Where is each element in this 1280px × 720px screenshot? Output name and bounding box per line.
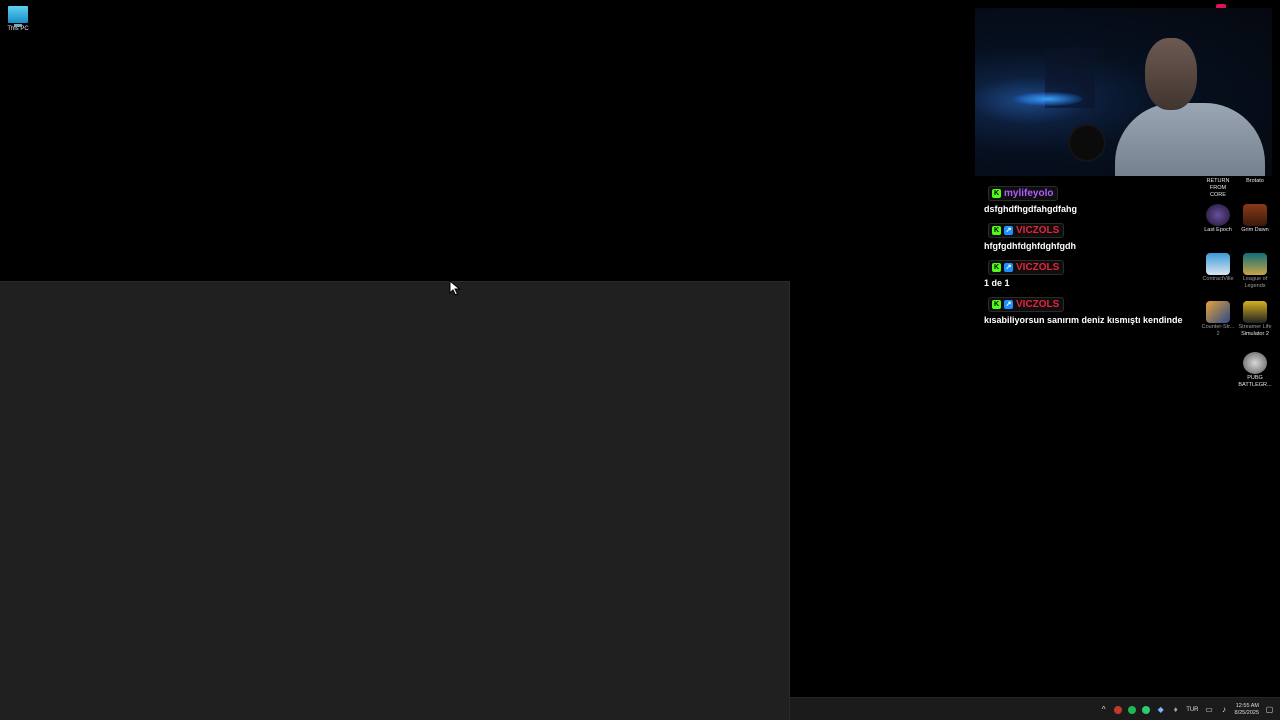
kick-badge-icon: K — [992, 263, 1001, 272]
steam-icon[interactable]: ◆ — [1156, 705, 1165, 714]
chat-username-tag: K ↗ VICZOLS — [988, 297, 1065, 312]
microphone-tray-icon[interactable]: ♦ — [1171, 705, 1180, 714]
webcam-overlay — [975, 8, 1272, 176]
verified-badge-icon: ↗ — [1004, 300, 1013, 309]
microphone-icon — [1070, 126, 1104, 160]
pubg-icon — [1243, 352, 1267, 374]
chat-username: VICZOLS — [1016, 225, 1060, 236]
this-pc-shortcut[interactable]: This PC — [0, 6, 40, 33]
streamer-life-label-line1: Streamer Life — [1238, 324, 1272, 330]
verified-badge-icon: ↗ — [1004, 226, 1013, 235]
clock-time: 12:55 AM — [1235, 702, 1259, 709]
return-from-core-label: RETURN FROM CORE — [1206, 178, 1230, 198]
pubg-label-line1: PUBG — [1247, 375, 1263, 381]
system-tray: ^ ◆ ♦ TUR ▭ ♪ 12:55 AM 8/25/2025 ▢ — [1099, 698, 1274, 720]
language-indicator[interactable]: TUR — [1186, 707, 1198, 713]
streamer-life-simulator-icon — [1243, 301, 1267, 323]
brotato-shortcut[interactable]: Brotato — [1235, 178, 1275, 185]
chat-username: mylifeyolo — [1004, 188, 1054, 199]
app-tray-red-icon[interactable] — [1114, 705, 1123, 714]
desktop: This PC K mylifeyolo dsfghdfhgdfahgdfahg… — [0, 0, 1280, 720]
last-epoch-label: Last Epoch — [1204, 227, 1232, 233]
taskbar: ^ ◆ ♦ TUR ▭ ♪ 12:55 AM 8/25/2025 ▢ — [790, 697, 1280, 720]
league-label-line2: Legends — [1244, 283, 1266, 289]
kick-badge-icon: K — [992, 189, 1001, 198]
kick-badge-icon: K — [992, 226, 1001, 235]
network-icon[interactable]: ▭ — [1205, 705, 1214, 714]
league-of-legends-shortcut[interactable]: League of Legends — [1235, 253, 1275, 290]
blank-app-window[interactable] — [0, 281, 790, 720]
chat-text: hfgfgdhfdghfdghfgdh — [984, 241, 1076, 251]
last-epoch-shortcut[interactable]: Last Epoch — [1198, 204, 1238, 234]
contractville-label: ContractVille — [1202, 276, 1234, 282]
last-epoch-icon — [1206, 204, 1230, 226]
brotato-label: Brotato — [1246, 178, 1264, 184]
streamer-life-label-line2: Simulator 2 — [1241, 331, 1269, 337]
show-hidden-icons-chevron-icon[interactable]: ^ — [1099, 705, 1108, 714]
pubg-shortcut[interactable]: PUBG BATTLEGR... — [1235, 352, 1275, 389]
counter-strike-shortcut[interactable]: Counter-Str... 2 — [1198, 301, 1238, 338]
league-of-legends-icon — [1243, 253, 1267, 275]
chat-username-tag: K mylifeyolo — [988, 186, 1059, 201]
clock-date: 8/25/2025 — [1234, 709, 1259, 716]
pubg-label-line2: BATTLEGR... — [1238, 382, 1272, 388]
grim-dawn-label: Grim Dawn — [1241, 227, 1269, 233]
volume-icon[interactable]: ♪ — [1220, 705, 1229, 714]
clock[interactable]: 12:55 AM 8/25/2025 — [1235, 703, 1259, 717]
grim-dawn-shortcut[interactable]: Grim Dawn — [1235, 204, 1275, 234]
streamer-life-simulator-shortcut[interactable]: Streamer Life Simulator 2 — [1235, 301, 1275, 338]
league-label-line1: League of — [1242, 276, 1268, 282]
contractville-shortcut[interactable]: ContractVille — [1198, 253, 1238, 283]
monitor-icon — [8, 6, 28, 27]
verified-badge-icon: ↗ — [1004, 263, 1013, 272]
app-tray-green-icon[interactable] — [1142, 705, 1151, 714]
chat-username-tag: K ↗ VICZOLS — [988, 223, 1065, 238]
spotify-icon[interactable] — [1128, 705, 1137, 714]
chat-username: VICZOLS — [1016, 262, 1060, 273]
chat-message: K ↗ VICZOLS kısabiliyorsun sanırım deniz… — [984, 293, 1199, 325]
chat-username: VICZOLS — [1016, 299, 1060, 310]
chat-message: K ↗ VICZOLS 1 de 1 — [984, 256, 1199, 288]
chat-text: kısabiliyorsun sanırım deniz kısmıştı ke… — [984, 315, 1183, 325]
kick-badge-icon: K — [992, 300, 1001, 309]
counter-strike-label-line1: Counter-Str... — [1201, 324, 1235, 330]
chat-username-tag: K ↗ VICZOLS — [988, 260, 1065, 275]
contractville-icon — [1206, 253, 1230, 275]
chat-text: 1 de 1 — [984, 278, 1010, 288]
stream-chat-overlay: K mylifeyolo dsfghdfhgdfahgdfahg K ↗ VIC… — [984, 182, 1199, 330]
chat-message: K ↗ VICZOLS hfgfgdhfdghfdghfgdh — [984, 219, 1199, 251]
notifications-icon[interactable]: ▢ — [1265, 705, 1274, 714]
return-from-core-shortcut[interactable]: RETURN FROM CORE — [1198, 178, 1238, 199]
chat-message: K mylifeyolo dsfghdfhgdfahgdfahg — [984, 182, 1199, 214]
counter-strike-icon — [1206, 301, 1230, 323]
chat-text: dsfghdfhgdfahgdfahg — [984, 204, 1077, 214]
grim-dawn-icon — [1243, 204, 1267, 226]
counter-strike-label-line2: 2 — [1216, 331, 1220, 337]
